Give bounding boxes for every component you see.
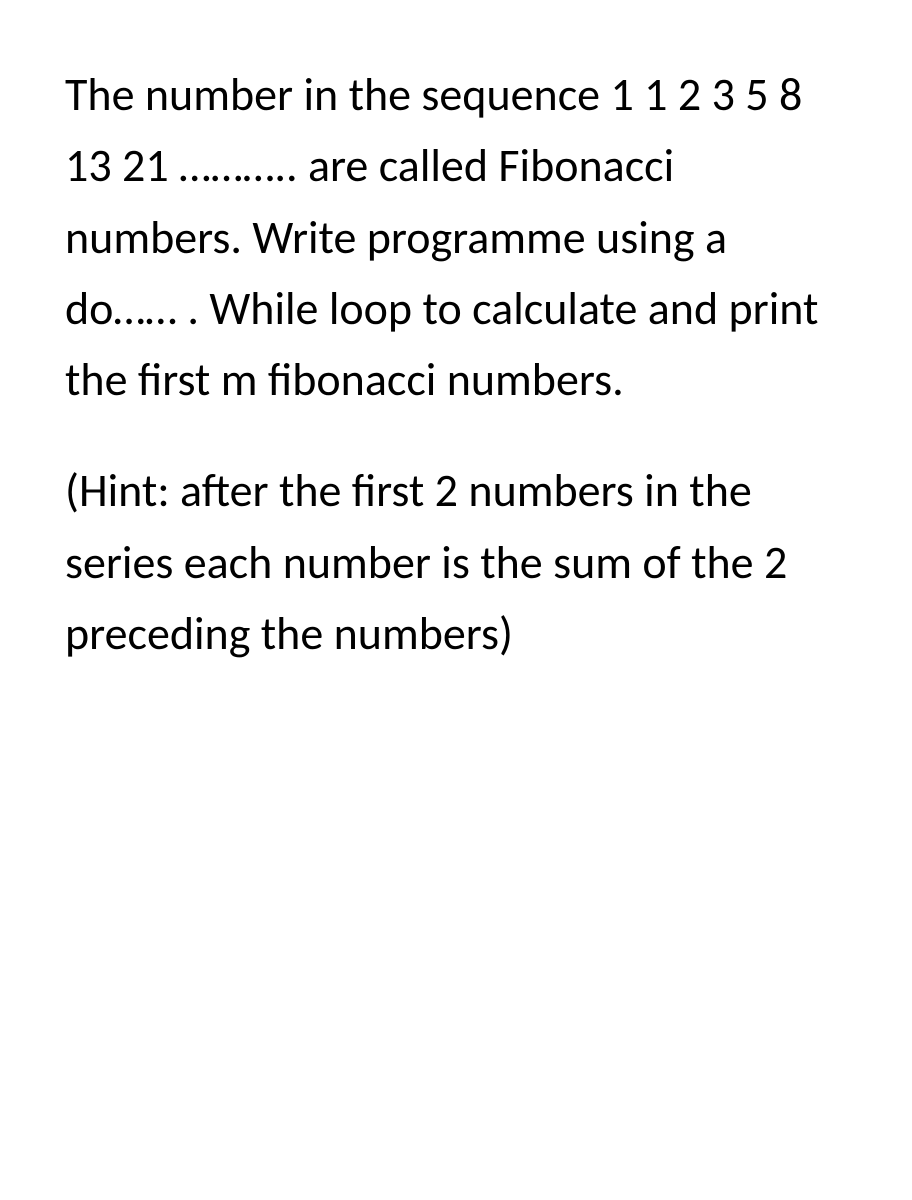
hint-paragraph: (Hint: after the first 2 numbers in the … bbox=[65, 456, 847, 670]
question-paragraph-1: The number in the sequence 1 1 2 3 5 8 1… bbox=[65, 60, 847, 416]
